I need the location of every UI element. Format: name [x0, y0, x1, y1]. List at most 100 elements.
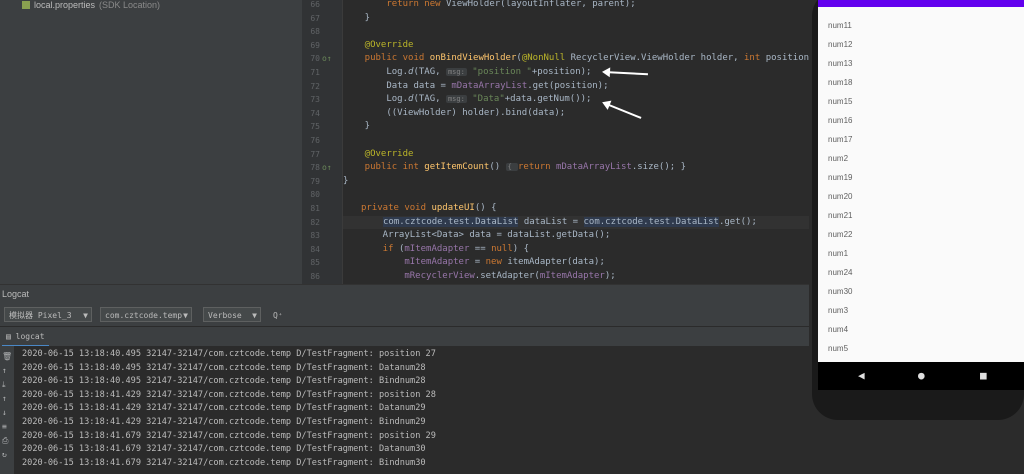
line-number: 82 — [310, 217, 320, 227]
code-line: mRecyclerView.setAdapter(mItemAdapter); — [361, 271, 616, 281]
logcat-panel-header: Logcat — [0, 284, 809, 305]
code-line: Data data = mDataArrayList.get(position)… — [343, 80, 609, 91]
list-item[interactable]: num5 — [828, 344, 848, 353]
list-item[interactable]: num24 — [828, 268, 852, 277]
tab-logcat[interactable]: ▤ logcat — [2, 329, 49, 347]
line-number: 67 — [310, 13, 320, 23]
recents-icon[interactable]: ■ — [980, 369, 987, 382]
search-icon: Q⁺ — [273, 311, 283, 320]
log-line: 2020-06-15 13:18:41.429 32147-32147/com.… — [22, 389, 436, 400]
list-item[interactable]: num1 — [828, 249, 848, 258]
arrow-down-icon[interactable]: ↓ — [2, 408, 7, 417]
code-line: } — [343, 175, 349, 186]
code-line: Log.d(TAG, msg: "position "+position); — [343, 67, 592, 77]
code-line: private void updateUI() { — [361, 203, 497, 213]
code-line: @Override — [343, 148, 414, 159]
override-gutter-icon[interactable]: o↑ — [322, 163, 332, 172]
device-select[interactable]: 模拟器 Pixel_3 ▼ — [4, 307, 92, 322]
home-icon[interactable]: ● — [918, 369, 925, 382]
code-editor[interactable]: return new ViewHolder(layoutInflater, pa… — [343, 0, 809, 284]
log-line: 2020-06-15 13:18:41.679 32147-32147/com.… — [22, 457, 426, 468]
line-number: 76 — [310, 136, 320, 145]
list-item[interactable]: num4 — [828, 325, 848, 334]
line-number-gutter: 66 67 68 69 70 o↑ 71 72 73 74 75 76 77 7… — [302, 0, 343, 284]
line-number: 70 — [310, 54, 320, 64]
code-line: public void onBindViewHolder(@NonNull Re… — [343, 53, 809, 64]
line-number: 79 — [310, 176, 320, 186]
project-file-row[interactable]: local.properties (SDK Location) — [0, 0, 160, 10]
list-item[interactable]: num18 — [828, 78, 852, 87]
log-line: 2020-06-15 13:18:40.495 32147-32147/com.… — [22, 376, 426, 387]
line-number: 75 — [310, 122, 320, 132]
code-line: } — [343, 12, 371, 23]
logcat-tab-icon: ▤ — [6, 332, 16, 341]
line-number: 83 — [310, 231, 320, 241]
phone-screen[interactable]: num11 num12 num13 num18 num15 num16 num1… — [818, 0, 1024, 362]
list-item[interactable]: num22 — [828, 230, 852, 239]
code-line: if (mItemAdapter == null) { — [361, 243, 530, 254]
code-line: } — [343, 121, 371, 132]
list-item[interactable]: num19 — [828, 173, 852, 182]
list-item[interactable]: num3 — [828, 306, 848, 315]
file-hint: (SDK Location) — [99, 0, 161, 10]
log-line: 2020-06-15 13:18:41.679 32147-32147/com.… — [22, 430, 436, 441]
list-item[interactable]: num21 — [828, 211, 852, 220]
print-icon[interactable]: ⎙ — [2, 436, 8, 446]
line-number: 66 — [310, 0, 320, 9]
line-number: 77 — [310, 149, 320, 159]
list-item[interactable]: num30 — [828, 287, 852, 296]
logcat-toolbar: 模拟器 Pixel_3 ▼ com.cztcode.temp ▼ Verbose ▼ … — [0, 304, 809, 326]
code-line: ((ViewHolder) holder).bind(data); — [343, 107, 566, 118]
line-number: 72 — [310, 81, 320, 91]
trash-icon[interactable]: 🗑 — [2, 352, 12, 361]
code-line: public int getItemCount() { return mData… — [343, 162, 686, 173]
log-line: 2020-06-15 13:18:41.429 32147-32147/com.… — [22, 403, 426, 414]
package-select[interactable]: com.cztcode.temp ▼ — [100, 307, 192, 322]
log-line: 2020-06-15 13:18:40.495 32147-32147/com.… — [22, 362, 426, 373]
list-item[interactable]: num2 — [828, 154, 848, 163]
line-number: 86 — [310, 272, 320, 281]
override-gutter-icon[interactable]: o↑ — [322, 54, 332, 63]
file-name: local.properties — [34, 0, 96, 10]
scroll-to-end-icon[interactable]: ⤓ — [2, 380, 6, 390]
code-line: ArrayList<Data> data = dataList.getData(… — [361, 230, 611, 241]
project-panel: local.properties (SDK Location) — [0, 0, 302, 284]
chevron-down-icon: ▼ — [252, 311, 257, 320]
log-level-select[interactable]: Verbose ▼ — [203, 307, 261, 322]
code-line: Log.d(TAG, msg: "Data"+data.getNum()); — [343, 94, 592, 105]
app-bar — [818, 0, 1024, 7]
list-item[interactable]: num12 — [828, 40, 852, 49]
chevron-down-icon: ▼ — [83, 311, 88, 320]
code-line: mItemAdapter = new itemAdapter(data); — [361, 257, 605, 268]
back-icon[interactable]: ◀ — [858, 369, 865, 382]
code-line: return new ViewHolder(layoutInflater, pa… — [386, 0, 636, 9]
log-line: 2020-06-15 13:18:40.495 32147-32147/com.… — [22, 349, 436, 359]
chevron-down-icon: ▼ — [183, 311, 188, 320]
logcat-side-toolbar: 🗑 ↑ ⤓ ↑ ↓ ≡ ⎙ ↻ — [0, 346, 14, 474]
line-number: 84 — [310, 244, 320, 254]
list-item[interactable]: num13 — [828, 59, 852, 68]
list-item[interactable]: num17 — [828, 135, 852, 144]
line-number: 73 — [310, 95, 320, 105]
logcat-title: Logcat — [2, 289, 30, 299]
log-line: 2020-06-15 13:18:41.429 32147-32147/com.… — [22, 417, 426, 427]
android-nav-bar: ◀ ● ■ — [818, 362, 1024, 390]
line-number: 71 — [310, 68, 320, 77]
line-number: 69 — [310, 40, 320, 50]
line-number: 80 — [310, 190, 320, 200]
log-search-input[interactable]: Q⁺ — [268, 307, 806, 322]
arrow-up-icon[interactable]: ↑ — [2, 394, 7, 403]
log-output[interactable]: 2020-06-15 13:18:40.495 32147-32147/com.… — [14, 346, 809, 474]
list-item[interactable]: num15 — [828, 97, 852, 106]
line-number: 85 — [310, 258, 320, 268]
list-item[interactable]: num20 — [828, 192, 852, 201]
logcat-tabs: ▤ logcat — [0, 326, 809, 347]
list-item[interactable]: num11 — [828, 21, 852, 30]
code-line-current: com.cztcode.test.DataList dataList = com… — [343, 215, 809, 230]
line-number: 78 — [310, 163, 320, 173]
line-number: 68 — [310, 27, 320, 37]
list-item[interactable]: num16 — [828, 116, 852, 125]
restart-icon[interactable]: ↻ — [2, 450, 7, 459]
soft-wrap-icon[interactable]: ≡ — [2, 422, 7, 431]
scroll-up-icon[interactable]: ↑ — [2, 366, 7, 375]
